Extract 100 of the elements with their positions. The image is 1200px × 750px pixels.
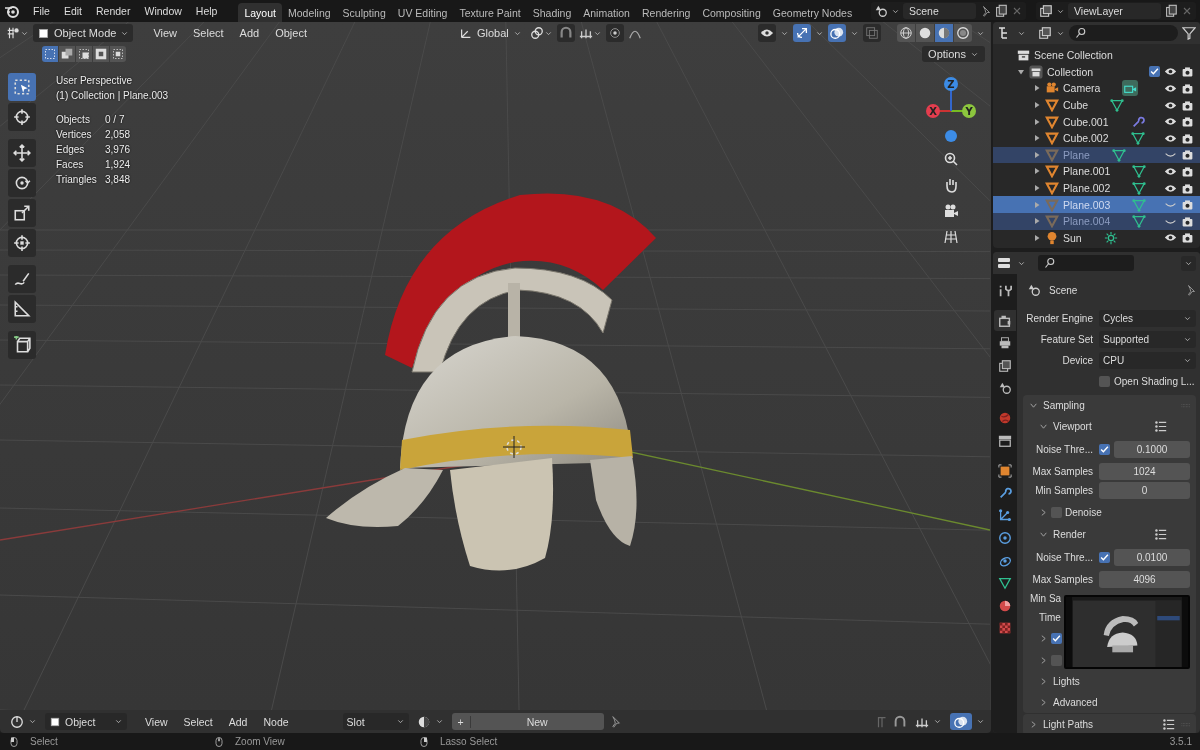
- number-field[interactable]: 0.0100: [1114, 549, 1190, 566]
- outliner-row[interactable]: Cube.002: [993, 129, 1200, 147]
- number-field[interactable]: 0: [1099, 482, 1190, 499]
- workspace-tab[interactable]: Animation: [577, 2, 636, 23]
- object-name[interactable]: Cube: [1063, 99, 1089, 112]
- subpanel-title: Denoise: [1065, 506, 1102, 518]
- object-name[interactable]: Plane.002: [1063, 182, 1111, 195]
- collection-name[interactable]: Collection: [1047, 65, 1094, 78]
- field-label: Noise Thre...: [1034, 444, 1094, 455]
- collection-name[interactable]: Scene Collection: [1034, 49, 1113, 62]
- menu-item[interactable]: Render: [89, 2, 138, 20]
- dropdown[interactable]: CPU: [1099, 352, 1196, 369]
- view-layer-name-field[interactable]: ViewLayer: [1068, 3, 1161, 19]
- scene-name-field[interactable]: Scene: [903, 3, 976, 19]
- workspace-tab[interactable]: Texture Paint: [453, 2, 527, 23]
- workspace-tab[interactable]: Sculpting: [336, 2, 392, 23]
- field-label: Min Samples: [1034, 485, 1094, 496]
- number-field[interactable]: 0.1000: [1114, 441, 1190, 458]
- menu-item[interactable]: File: [26, 2, 57, 20]
- subpanel-header[interactable]: Render: [1023, 524, 1196, 545]
- stat-value: 0 / 7: [105, 113, 126, 127]
- orientation-dropdown[interactable]: Global: [455, 24, 526, 42]
- panel-title: Sampling: [1043, 400, 1085, 411]
- version-label: 3.5.1: [1169, 736, 1192, 747]
- menu-item[interactable]: Help: [188, 2, 225, 20]
- object-name[interactable]: Cube.002: [1063, 132, 1109, 145]
- dropdown[interactable]: Supported: [1099, 331, 1196, 348]
- outliner-row[interactable]: Plane.001: [993, 163, 1200, 180]
- object-type-dropdown[interactable]: Object: [45, 713, 127, 730]
- subpanel-header[interactable]: Lights: [1023, 671, 1196, 692]
- menu-item[interactable]: View: [147, 25, 184, 41]
- mode-dropdown[interactable]: Object Mode: [33, 24, 134, 42]
- workspace-tab[interactable]: UV Editing: [391, 2, 454, 23]
- new-material-button[interactable]: + New: [451, 713, 604, 730]
- z-axis-handle[interactable]: Z: [944, 77, 958, 91]
- context-label: (1) Collection | Plane.003: [56, 89, 169, 103]
- status-hint: Select: [30, 736, 58, 747]
- stat-label: Edges: [56, 143, 86, 157]
- view-name-label: User Perspective: [56, 74, 134, 88]
- outliner-row[interactable]: Plane.002: [993, 179, 1200, 197]
- outliner-row[interactable]: Cube: [993, 96, 1200, 114]
- menu-item[interactable]: Edit: [56, 2, 89, 20]
- stat-label: Objects: [56, 113, 91, 127]
- field-label: Min Sa: [1030, 593, 1062, 604]
- menu-item[interactable]: Window: [137, 2, 189, 20]
- subpanel-header[interactable]: Advanced: [1023, 692, 1196, 713]
- stat-value: 3,848: [105, 173, 132, 187]
- field-label: Feature Set: [1039, 334, 1094, 345]
- subpanel-title: Viewport: [1053, 421, 1092, 432]
- stat-label: Triangles: [56, 173, 98, 187]
- workspace-tab[interactable]: Modeling: [281, 2, 337, 23]
- field-label: Device: [1061, 355, 1094, 366]
- workspace-tab[interactable]: Rendering: [635, 2, 697, 23]
- outliner-row[interactable]: Collection: [993, 63, 1200, 81]
- workspace-tab[interactable]: Geometry Nodes: [766, 2, 859, 23]
- object-name[interactable]: Plane.004: [1063, 215, 1111, 228]
- menu-item[interactable]: Node: [257, 713, 295, 730]
- field-label: Time: [1039, 612, 1061, 623]
- number-field[interactable]: 1024: [1099, 463, 1190, 480]
- object-name[interactable]: Plane.003: [1063, 198, 1111, 211]
- stat-value: 1,924: [105, 158, 132, 172]
- slot-dropdown[interactable]: Slot: [342, 713, 409, 730]
- outliner-row[interactable]: Cube.001: [993, 113, 1200, 130]
- dropdown[interactable]: Cycles: [1099, 310, 1196, 327]
- panel-header[interactable]: Sampling: [1023, 395, 1196, 416]
- subpanel-header[interactable]: Viewport: [1023, 416, 1196, 437]
- subpanel-title: Lights: [1053, 676, 1080, 687]
- object-name[interactable]: Cube.001: [1063, 115, 1109, 128]
- y-axis-handle[interactable]: Y: [962, 104, 976, 118]
- stat-label: Faces: [56, 158, 85, 172]
- field-label: Max Samples: [1031, 574, 1094, 585]
- field-label: Noise Thre...: [1034, 552, 1094, 563]
- menu-item[interactable]: Object: [269, 25, 313, 41]
- menu-item[interactable]: Add: [233, 25, 266, 41]
- status-hint: Zoom View: [235, 736, 285, 747]
- outliner-row[interactable]: Plane: [993, 146, 1200, 164]
- stat-value: 2,058: [105, 128, 132, 142]
- panel-header[interactable]: Light Paths: [1023, 714, 1196, 733]
- outliner-row[interactable]: Camera: [993, 80, 1200, 97]
- menu-item[interactable]: Select: [177, 713, 219, 730]
- menu-item[interactable]: Select: [187, 25, 230, 41]
- workspace-tab[interactable]: Layout: [238, 2, 282, 23]
- outliner-row[interactable]: Plane.003: [993, 196, 1200, 213]
- object-name[interactable]: Plane: [1063, 148, 1090, 161]
- object-name[interactable]: Plane.001: [1063, 165, 1111, 178]
- options-dropdown[interactable]: Options: [922, 46, 985, 62]
- stat-value: 3,976: [105, 143, 132, 157]
- status-hint: Lasso Select: [440, 736, 498, 747]
- subpanel-title: Advanced: [1053, 697, 1098, 708]
- workspace-tab[interactable]: Shading: [526, 2, 578, 23]
- x-axis-handle[interactable]: X: [926, 104, 940, 118]
- workspace-tab[interactable]: Compositing: [696, 2, 767, 23]
- context-path: Scene: [1049, 284, 1078, 296]
- object-name[interactable]: Sun: [1063, 231, 1082, 244]
- menu-item[interactable]: View: [139, 713, 174, 730]
- number-field[interactable]: 4096: [1099, 571, 1190, 588]
- object-name[interactable]: Camera: [1063, 82, 1101, 95]
- subpanel-title: Render: [1053, 529, 1086, 540]
- menu-item[interactable]: Add: [222, 713, 254, 730]
- outliner-row[interactable]: Sun: [993, 229, 1200, 247]
